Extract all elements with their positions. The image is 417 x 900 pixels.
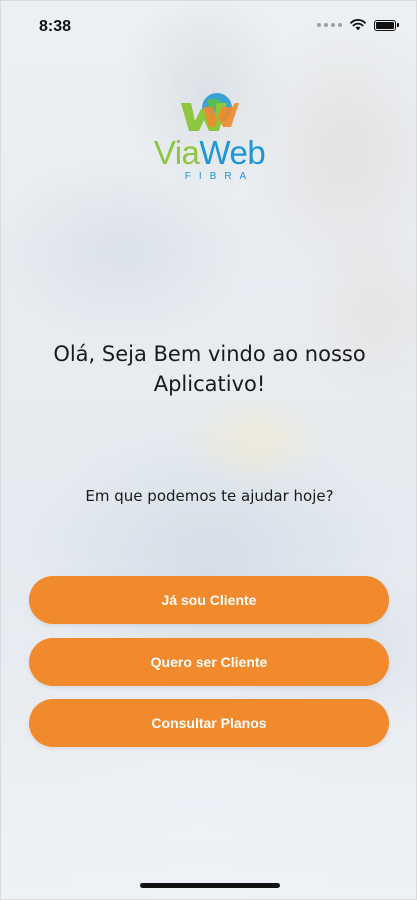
become-client-button[interactable]: Quero ser Cliente [29, 638, 389, 686]
status-bar: 8:38 [1, 1, 416, 53]
help-prompt: Em que podemos te ajudar hoje? [85, 487, 334, 505]
logo-subtitle: FIBRA [184, 171, 255, 182]
logo-mark-icon [181, 93, 239, 131]
status-time: 8:38 [39, 18, 72, 35]
logo-word-via: Via [153, 134, 200, 171]
view-plans-button[interactable]: Consultar Planos [29, 699, 389, 747]
existing-client-button[interactable]: Já sou Cliente [29, 576, 389, 624]
battery-icon [374, 19, 399, 31]
signal-dots-icon [317, 23, 342, 27]
viaweb-logo: ViaWeb FIBRA [1, 89, 416, 189]
logo-wordmark: ViaWeb [1, 134, 416, 171]
app-screen: 8:38 ViaWeb FIBRA Olá, Seja Bem vindo ao [0, 0, 417, 900]
status-icons [317, 19, 399, 31]
wifi-icon [350, 19, 366, 31]
welcome-heading: Olá, Seja Bem vindo ao nosso Aplicativo! [53, 342, 366, 396]
home-indicator[interactable] [140, 883, 280, 888]
logo-word-web: Web [199, 134, 266, 171]
